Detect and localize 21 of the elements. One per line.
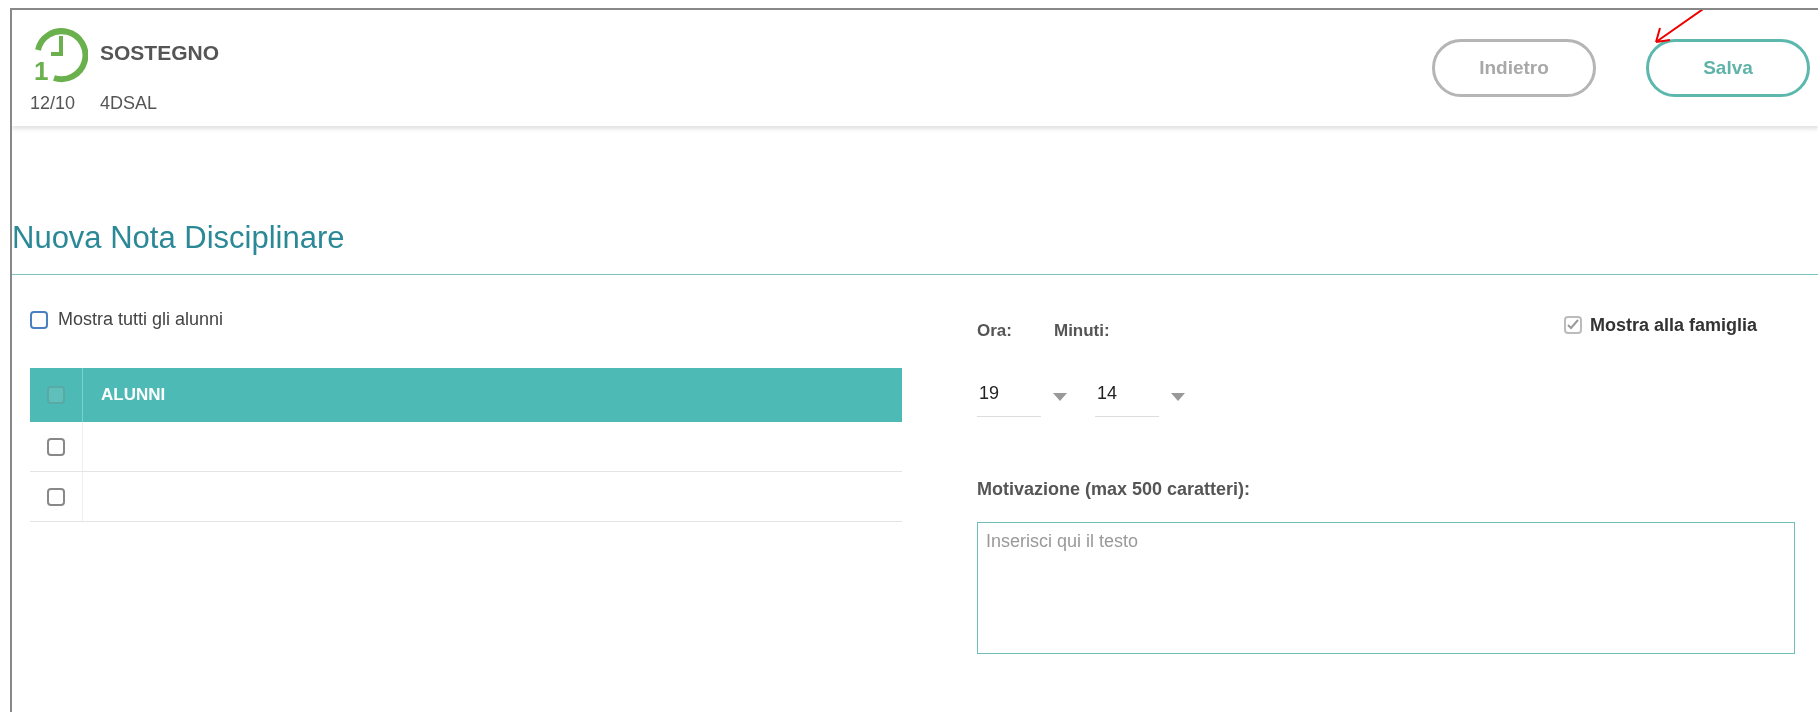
checkbox-label: Mostra alla famiglia — [1589, 314, 1757, 336]
class-name: 4DSAL — [100, 92, 159, 114]
hour-label: Ora: — [977, 321, 1012, 341]
field-label: Motivazione (max 500 caratteri): — [977, 479, 1252, 500]
column-header: ALUNNI — [100, 385, 166, 405]
checkbox-label: Mostra tutti gli alunni — [58, 309, 224, 330]
hour-select[interactable]: 19 — [977, 377, 1041, 417]
subject-name: SOSTEGNO — [100, 41, 220, 65]
lesson-date: 12/10 — [30, 92, 77, 114]
minute-label: Minuti: — [1053, 321, 1110, 341]
minute-select[interactable]: 14 — [1095, 377, 1159, 417]
checkbox[interactable] — [47, 437, 65, 456]
checkbox[interactable] — [1563, 316, 1582, 334]
period-number: 1 — [34, 56, 49, 84]
checkbox[interactable] — [30, 310, 48, 329]
page-title: Nuova Nota Disciplinare — [12, 220, 1818, 275]
reason-field[interactable]: Inserisci qui il testo — [977, 522, 1795, 654]
checkbox[interactable] — [47, 487, 65, 506]
clock-icon — [35, 28, 88, 83]
caret-icon — [1053, 393, 1067, 401]
caret-icon — [1171, 393, 1185, 401]
